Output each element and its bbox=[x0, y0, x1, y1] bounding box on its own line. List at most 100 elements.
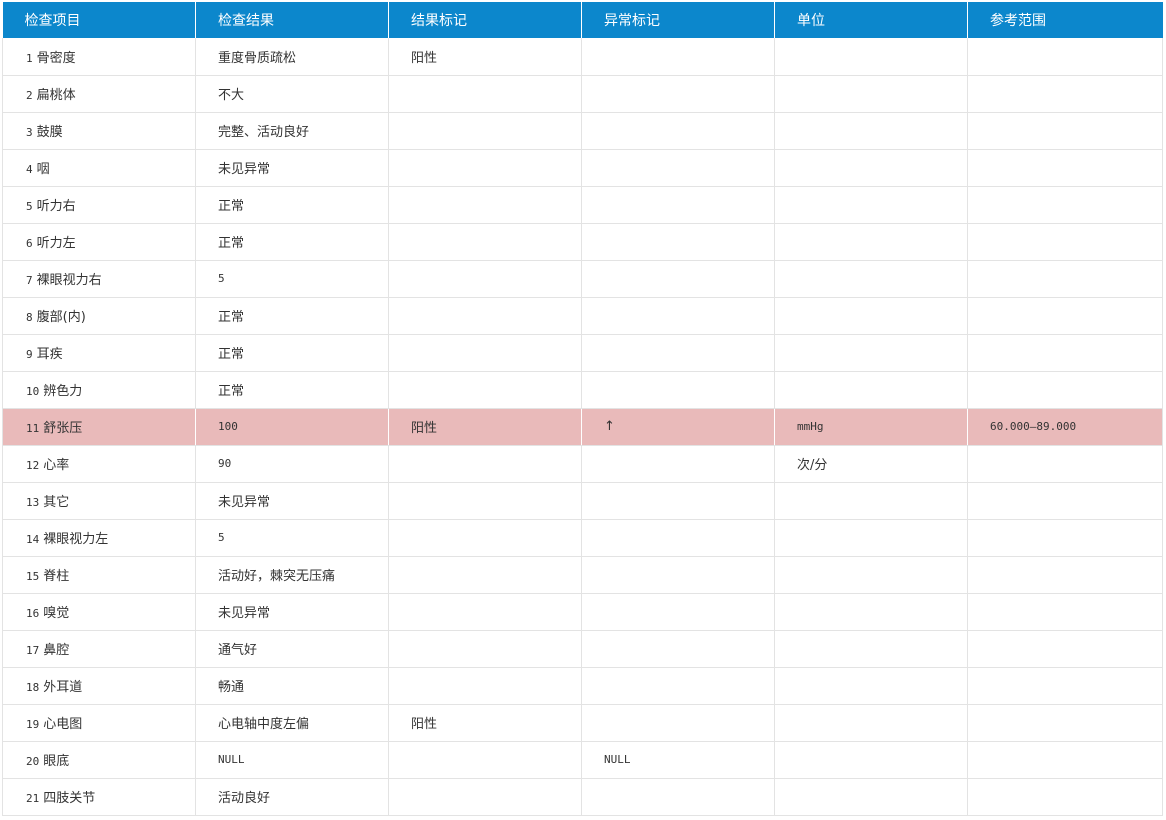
cell-abnormal-flag bbox=[581, 38, 775, 76]
item-name: 脊柱 bbox=[43, 569, 70, 584]
item-name: 四肢关节 bbox=[43, 791, 96, 806]
item-name: 辨色力 bbox=[43, 384, 83, 399]
cell-result-flag: 阳性 bbox=[388, 704, 582, 742]
item-name: 其它 bbox=[43, 495, 70, 510]
table-row: 12 心率 90 次/分 bbox=[2, 445, 1163, 483]
cell-item: 20 眼底 bbox=[2, 741, 196, 779]
row-number: 9 bbox=[26, 348, 33, 361]
header-result: 检查结果 bbox=[195, 2, 389, 38]
cell-abnormal-flag bbox=[581, 186, 775, 224]
cell-reference-range bbox=[967, 75, 1163, 113]
row-number: 15 bbox=[26, 570, 40, 583]
cell-unit bbox=[774, 371, 968, 409]
cell-abnormal-flag bbox=[581, 445, 775, 483]
cell-result: 正常 bbox=[195, 297, 389, 335]
cell-result-value: 未见异常 bbox=[218, 495, 271, 510]
cell-reference-range bbox=[967, 334, 1163, 372]
cell-result: 正常 bbox=[195, 334, 389, 372]
cell-unit bbox=[774, 630, 968, 668]
item-name: 裸眼视力右 bbox=[36, 273, 102, 288]
cell-result: 正常 bbox=[195, 371, 389, 409]
cell-reference-range bbox=[967, 112, 1163, 150]
cell-unit bbox=[774, 223, 968, 261]
cell-unit bbox=[774, 778, 968, 816]
cell-item: 2 扁桃体 bbox=[2, 75, 196, 113]
cell-item: 21 四肢关节 bbox=[2, 778, 196, 816]
cell-result: 通气好 bbox=[195, 630, 389, 668]
cell-item: 19 心电图 bbox=[2, 704, 196, 742]
cell-result-flag: 阳性 bbox=[388, 38, 582, 76]
cell-unit bbox=[774, 112, 968, 150]
cell-item: 15 脊柱 bbox=[2, 556, 196, 594]
cell-unit bbox=[774, 149, 968, 187]
cell-result: 未见异常 bbox=[195, 593, 389, 631]
item-name: 听力左 bbox=[36, 236, 76, 251]
cell-unit bbox=[774, 334, 968, 372]
cell-unit bbox=[774, 75, 968, 113]
cell-result-value: 正常 bbox=[218, 347, 245, 362]
cell-result-value: 畅通 bbox=[218, 680, 245, 695]
cell-unit bbox=[774, 741, 968, 779]
cell-item: 7 裸眼视力右 bbox=[2, 260, 196, 298]
item-name: 鼻腔 bbox=[43, 643, 70, 658]
table-row: 5 听力右 正常 bbox=[2, 186, 1163, 224]
cell-abnormal-flag-value: NULL bbox=[604, 753, 631, 766]
cell-unit bbox=[774, 297, 968, 335]
table-row: 9 耳疾 正常 bbox=[2, 334, 1163, 372]
cell-item: 6 听力左 bbox=[2, 223, 196, 261]
cell-item: 3 鼓膜 bbox=[2, 112, 196, 150]
row-number: 14 bbox=[26, 533, 40, 546]
header-result-flag: 结果标记 bbox=[388, 2, 582, 38]
cell-reference-range: 60.000—89.000 bbox=[967, 408, 1163, 446]
header-item: 检查项目 bbox=[2, 2, 196, 38]
cell-abnormal-flag bbox=[581, 149, 775, 187]
item-name: 听力右 bbox=[36, 199, 76, 214]
cell-item: 9 耳疾 bbox=[2, 334, 196, 372]
exam-results-table-container: 检查项目 检查结果 结果标记 异常标记 单位 参考范围 1 骨密度 重度骨质疏松 阳性… bbox=[2, 2, 1163, 816]
cell-result-flag bbox=[388, 112, 582, 150]
table-row: 17 鼻腔 通气好 bbox=[2, 630, 1163, 668]
cell-reference-range bbox=[967, 445, 1163, 483]
cell-reference-range bbox=[967, 593, 1163, 631]
cell-reference-range bbox=[967, 149, 1163, 187]
row-number: 8 bbox=[26, 311, 33, 324]
header-unit: 单位 bbox=[774, 2, 968, 38]
table-row: 11 舒张压 100 阳性 ↑ mmHg 60.000—89.000 bbox=[2, 408, 1163, 446]
item-name: 鼓膜 bbox=[36, 125, 63, 140]
cell-result-flag bbox=[388, 630, 582, 668]
cell-result-value: 5 bbox=[218, 531, 225, 544]
cell-reference-range bbox=[967, 778, 1163, 816]
cell-abnormal-flag bbox=[581, 260, 775, 298]
header-reference-range: 参考范围 bbox=[967, 2, 1163, 38]
table-row: 10 辨色力 正常 bbox=[2, 371, 1163, 409]
cell-result: 活动良好 bbox=[195, 778, 389, 816]
cell-unit-value: mmHg bbox=[797, 420, 824, 433]
cell-result-value: 未见异常 bbox=[218, 606, 271, 621]
cell-result-value: 完整、活动良好 bbox=[218, 125, 310, 140]
cell-result: 90 bbox=[195, 445, 389, 483]
cell-result: 不大 bbox=[195, 75, 389, 113]
cell-reference-range bbox=[967, 630, 1163, 668]
cell-result-flag bbox=[388, 556, 582, 594]
cell-result-flag bbox=[388, 297, 582, 335]
cell-unit-value: 次/分 bbox=[797, 458, 828, 473]
cell-result-flag bbox=[388, 149, 582, 187]
item-name: 舒张压 bbox=[43, 421, 83, 436]
header-abnormal-flag: 异常标记 bbox=[581, 2, 775, 38]
cell-reference-range bbox=[967, 667, 1163, 705]
cell-result-value: 活动好，棘突无压痛 bbox=[218, 569, 336, 584]
cell-result-value: 100 bbox=[218, 420, 238, 433]
cell-result-flag-value: 阳性 bbox=[411, 421, 438, 436]
cell-result-value: 正常 bbox=[218, 236, 245, 251]
cell-result: 心电轴中度左偏 bbox=[195, 704, 389, 742]
cell-result-flag-value: 阳性 bbox=[411, 717, 438, 732]
cell-abnormal-flag bbox=[581, 593, 775, 631]
row-number: 21 bbox=[26, 792, 40, 805]
cell-item: 4咽 bbox=[2, 149, 196, 187]
cell-abnormal-flag bbox=[581, 667, 775, 705]
exam-results-table: 检查项目 检查结果 结果标记 异常标记 单位 参考范围 1 骨密度 重度骨质疏松 阳性… bbox=[2, 2, 1163, 816]
table-row: 13 其它 未见异常 bbox=[2, 482, 1163, 520]
cell-reference-range bbox=[967, 704, 1163, 742]
cell-result: 畅通 bbox=[195, 667, 389, 705]
cell-abnormal-flag bbox=[581, 297, 775, 335]
